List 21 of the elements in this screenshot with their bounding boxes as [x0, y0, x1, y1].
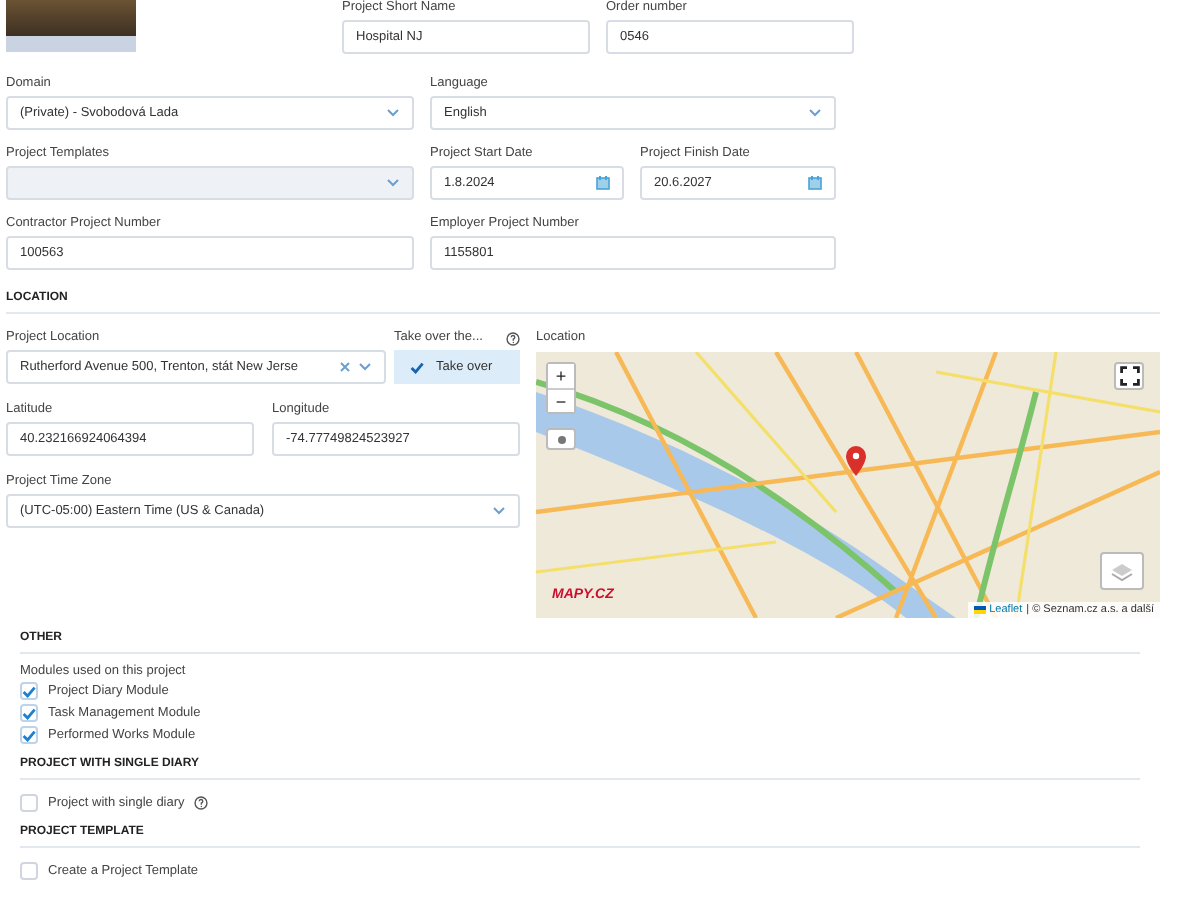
- checkbox[interactable]: [20, 682, 38, 700]
- fullscreen-button[interactable]: [1114, 362, 1144, 390]
- calendar-icon: [808, 176, 822, 190]
- chevron-down-icon: [386, 178, 400, 188]
- checkbox[interactable]: [20, 704, 38, 722]
- chevron-down-icon: [492, 506, 506, 516]
- calendar-icon: [596, 176, 610, 190]
- help-icon[interactable]: [194, 796, 209, 810]
- layers-icon: [1110, 561, 1134, 581]
- checkmark-icon: [410, 361, 424, 373]
- locate-button[interactable]: [546, 428, 576, 450]
- zoom-out-button[interactable]: −: [548, 388, 574, 412]
- chevron-down-icon: [358, 362, 372, 372]
- chevron-down-icon: [808, 108, 822, 118]
- chevron-down-icon: [386, 108, 400, 118]
- fullscreen-icon: [1119, 366, 1139, 386]
- help-icon[interactable]: [506, 332, 520, 346]
- flag-icon: [973, 606, 986, 614]
- clear-icon[interactable]: [340, 362, 350, 372]
- checkbox[interactable]: [20, 726, 38, 744]
- photo-placeholder: [6, 0, 136, 52]
